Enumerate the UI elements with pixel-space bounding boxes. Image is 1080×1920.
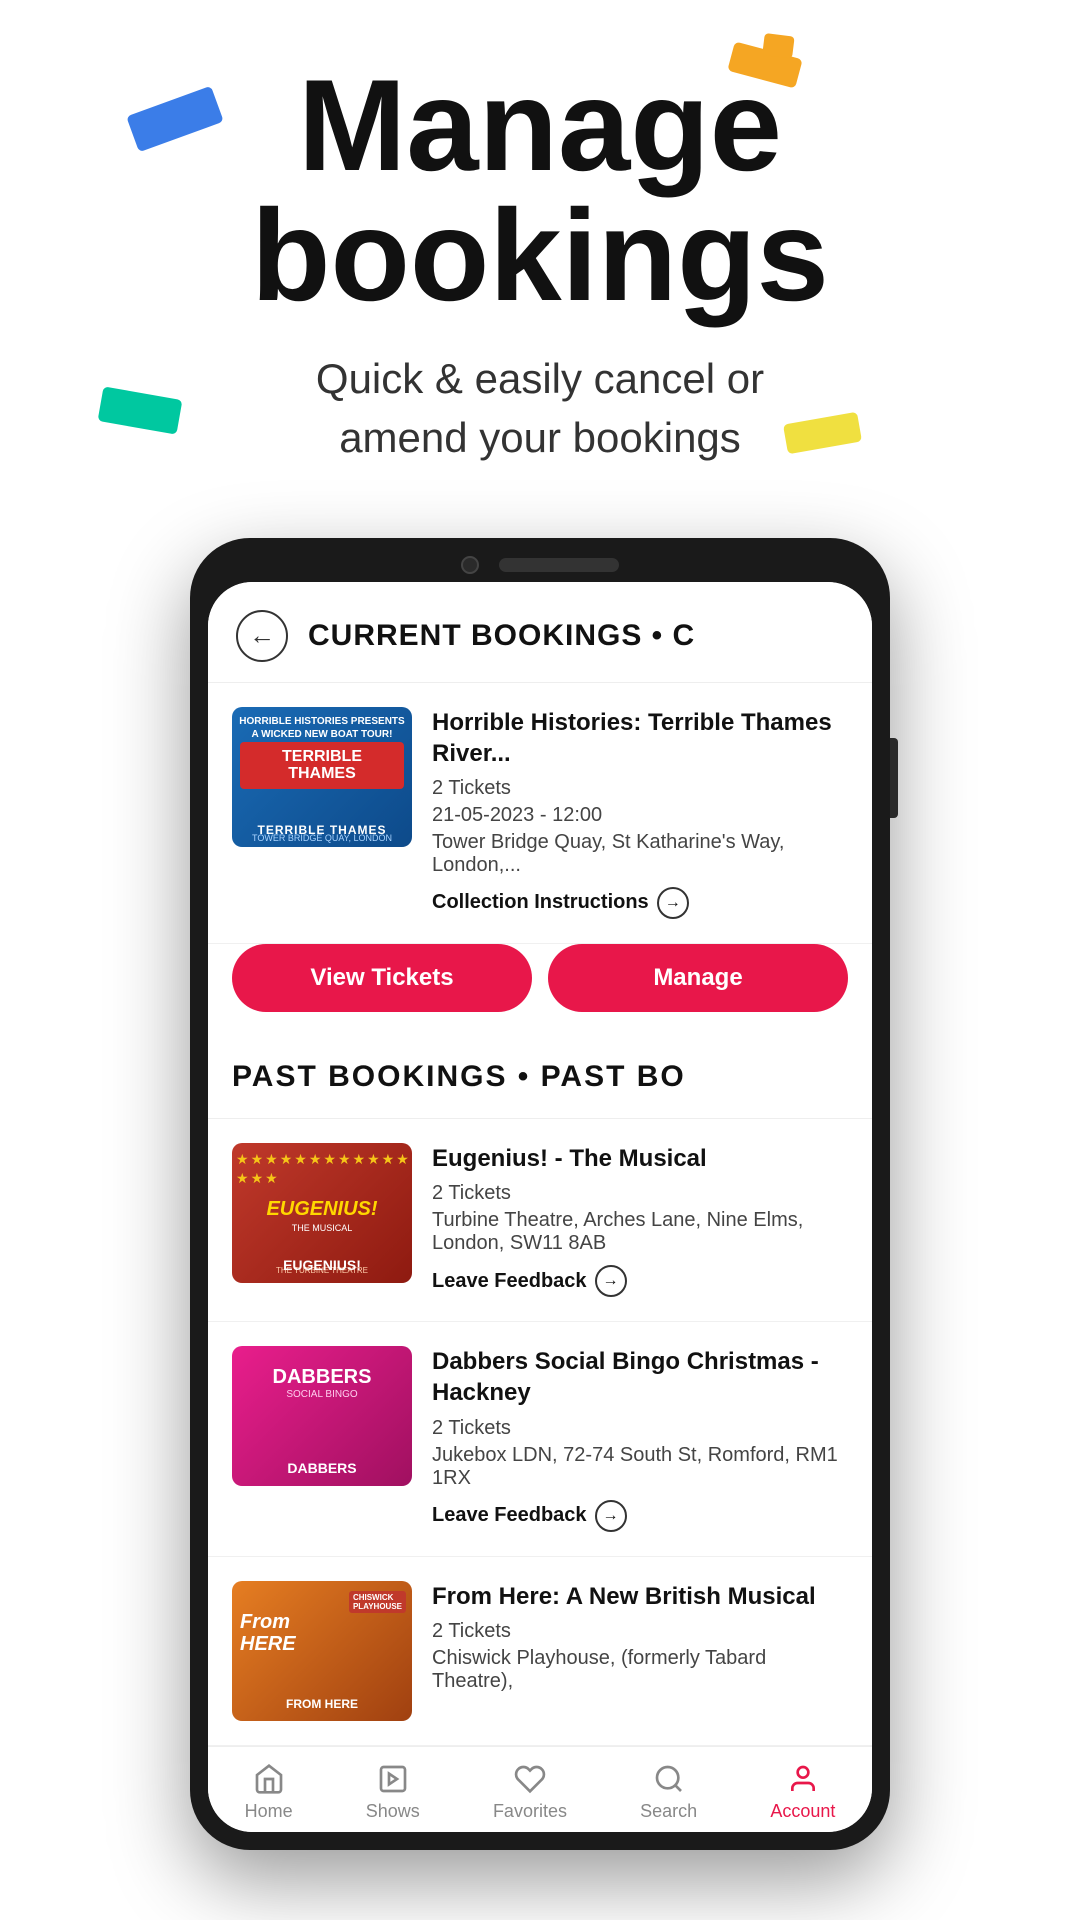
nav-favorites-label: Favorites [493,1801,567,1822]
phone-container: ← CURRENT BOOKINGS • C HORRIBLE HISTORIE… [0,538,1080,1850]
view-tickets-button[interactable]: View Tickets [232,944,532,1012]
fromhere-image: CHISWICKPLAYHOUSE FromHERE [232,1581,412,1721]
fromhere-booking-card: CHISWICKPLAYHOUSE FromHERE From Here: A … [208,1557,872,1746]
bottom-nav: Home Shows Favorites [208,1746,872,1832]
eugenius-tickets: 2 Tickets [432,1182,848,1205]
eugenius-venue: Turbine Theatre, Arches Lane, Nine Elms,… [432,1209,848,1255]
hero-section: Manage bookings Quick & easily cancel or… [0,0,1080,508]
eugenius-title: Eugenius! - The Musical [432,1143,848,1174]
dabbers-info: Dabbers Social Bingo Christmas - Hackney… [432,1346,848,1531]
ticket-count: 2 Tickets [432,777,848,800]
fromhere-venue: Chiswick Playhouse, (formerly Tabard The… [432,1647,848,1693]
feedback-arrow-icon: → [595,1265,627,1297]
eugenius-info: Eugenius! - The Musical 2 Tickets Turbin… [432,1143,848,1297]
hero-subtitle: Quick & easily cancel or amend your book… [40,350,1040,468]
nav-account[interactable]: Account [770,1763,835,1822]
fromhere-info: From Here: A New British Musical 2 Ticke… [432,1581,848,1697]
dabbers-title: Dabbers Social Bingo Christmas - Hackney [432,1346,848,1408]
nav-home[interactable]: Home [245,1763,293,1822]
nav-shows-label: Shows [366,1801,420,1822]
nav-search[interactable]: Search [640,1763,697,1822]
fromhere-title: From Here: A New British Musical [432,1581,848,1612]
phone-notch [208,556,872,574]
current-booking-card: HORRIBLE HISTORIES PRESENTS A WICKED NEW… [208,683,872,944]
favorites-icon [514,1763,546,1795]
hero-title: Manage bookings [40,60,1040,320]
eugenius-image: ★★★★★ ★★★★★ ★★★★★ EUGENIUS! THE MUSICAL … [232,1143,412,1283]
collection-instructions-link[interactable]: Collection Instructions → [432,887,848,919]
nav-home-label: Home [245,1801,293,1822]
horrible-histories-info: Horrible Histories: Terrible Thames Rive… [432,707,848,919]
show-date: 21-05-2023 - 12:00 [432,804,848,827]
home-icon [253,1763,285,1795]
dabbers-arrow-icon: → [595,1500,627,1532]
shows-icon [377,1763,409,1795]
phone-screen: ← CURRENT BOOKINGS • C HORRIBLE HISTORIE… [208,582,872,1832]
back-button[interactable]: ← [236,610,288,662]
phone-speaker [499,558,619,572]
dabbers-booking-card: DABBERS SOCIAL BINGO Dabbers Social Bing… [208,1322,872,1556]
horrible-histories-image: HORRIBLE HISTORIES PRESENTS A WICKED NEW… [232,707,412,847]
collection-arrow-icon: → [657,887,689,919]
app-header: ← CURRENT BOOKINGS • C [208,582,872,683]
past-bookings-title: PAST BOOKINGS • PAST BO [232,1060,848,1094]
account-icon [787,1763,819,1795]
phone-mockup: ← CURRENT BOOKINGS • C HORRIBLE HISTORIE… [190,538,890,1850]
nav-favorites[interactable]: Favorites [493,1763,567,1822]
show-venue: Tower Bridge Quay, St Katharine's Way, L… [432,831,848,877]
nav-account-label: Account [770,1801,835,1822]
dabbers-image: DABBERS SOCIAL BINGO [232,1346,412,1486]
manage-button[interactable]: Manage [548,944,848,1012]
fromhere-tickets: 2 Tickets [432,1620,848,1643]
nav-shows[interactable]: Shows [366,1763,420,1822]
show-title: Horrible Histories: Terrible Thames Rive… [432,707,848,769]
phone-camera [461,556,479,574]
nav-search-label: Search [640,1801,697,1822]
dabbers-venue: Jukebox LDN, 72-74 South St, Romford, RM… [432,1444,848,1490]
past-bookings-header: PAST BOOKINGS • PAST BO [208,1036,872,1119]
phone-side-button [890,738,898,818]
current-bookings-title: CURRENT BOOKINGS • C [308,619,695,652]
eugenius-feedback-link[interactable]: Leave Feedback → [432,1265,848,1297]
dabbers-feedback-link[interactable]: Leave Feedback → [432,1500,848,1532]
booking-actions: View Tickets Manage [208,944,872,1036]
bookings-title-scroll: CURRENT BOOKINGS • C [308,619,844,653]
search-icon [653,1763,685,1795]
dabbers-tickets: 2 Tickets [432,1417,848,1440]
eugenius-booking-card: ★★★★★ ★★★★★ ★★★★★ EUGENIUS! THE MUSICAL … [208,1119,872,1322]
